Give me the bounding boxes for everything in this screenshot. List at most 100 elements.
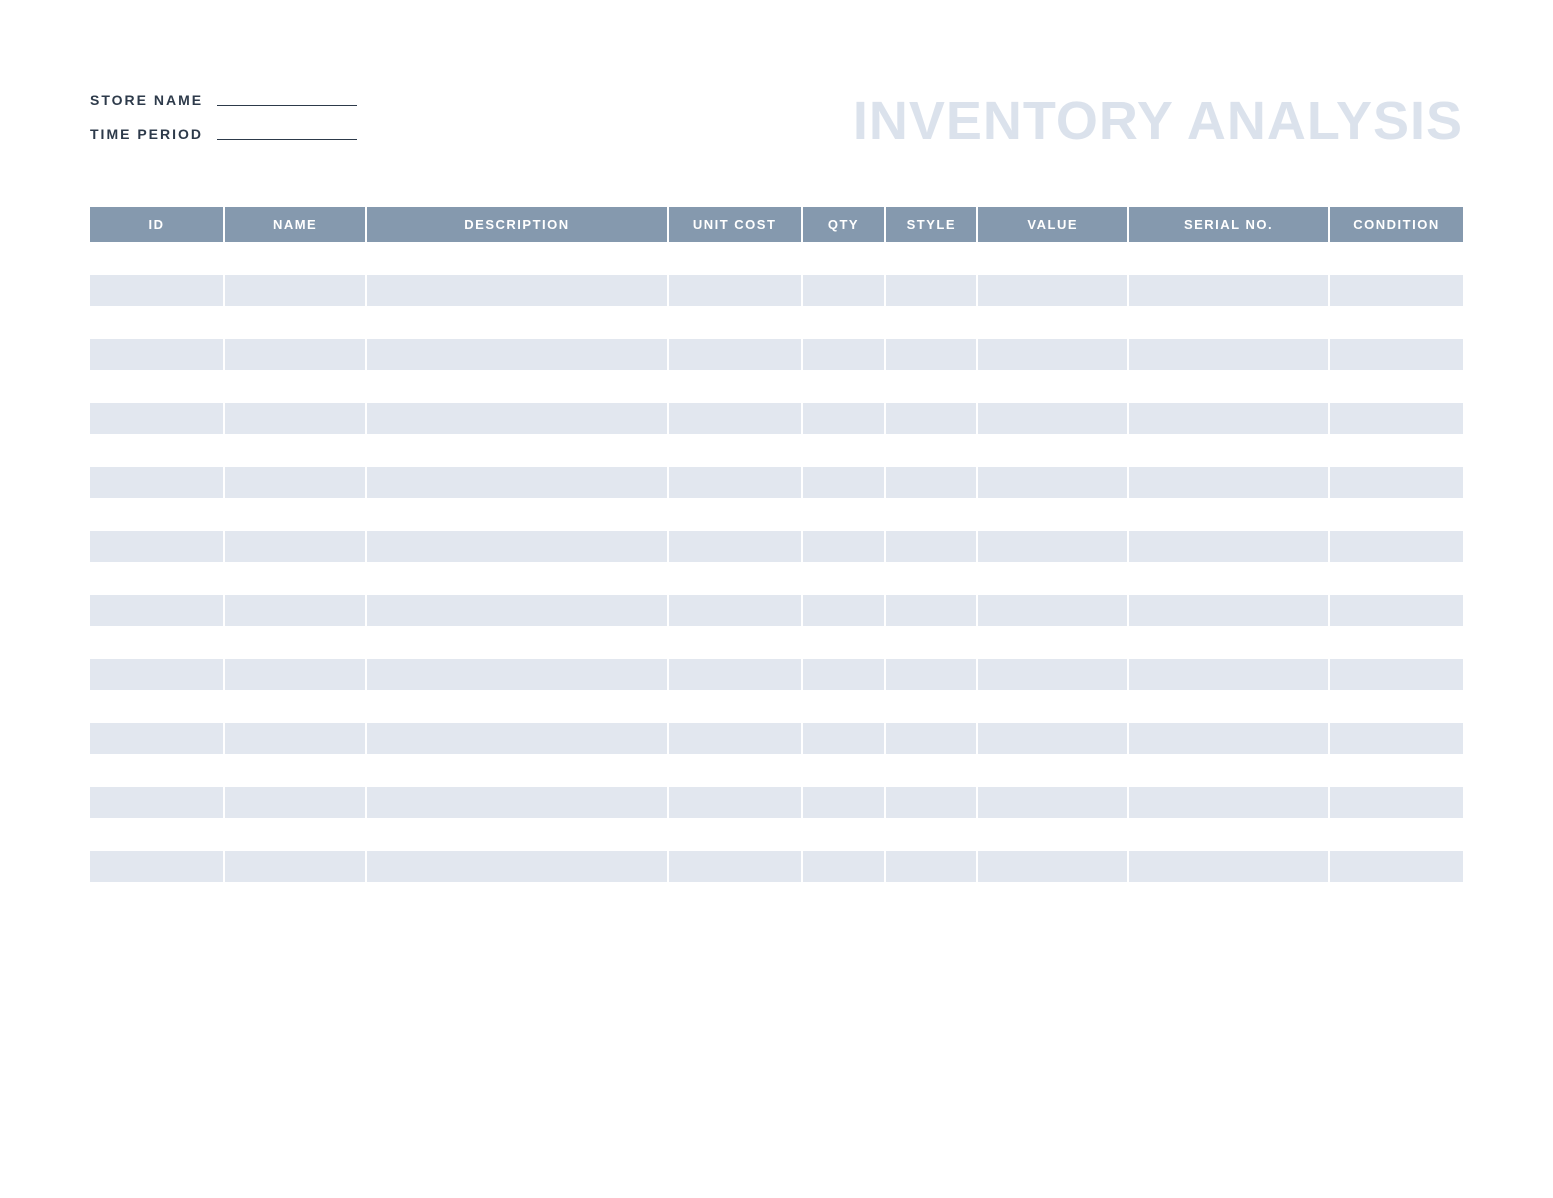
table-cell[interactable]: [1128, 466, 1329, 498]
table-cell[interactable]: [977, 658, 1128, 690]
table-cell[interactable]: [1128, 242, 1329, 274]
table-cell[interactable]: [1128, 594, 1329, 626]
table-cell[interactable]: [802, 626, 886, 658]
table-cell[interactable]: [366, 466, 667, 498]
table-cell[interactable]: [90, 562, 224, 594]
table-cell[interactable]: [977, 850, 1128, 882]
table-cell[interactable]: [1329, 434, 1463, 466]
table-cell[interactable]: [802, 338, 886, 370]
table-cell[interactable]: [366, 850, 667, 882]
table-cell[interactable]: [1128, 562, 1329, 594]
table-cell[interactable]: [802, 722, 886, 754]
table-cell[interactable]: [90, 434, 224, 466]
table-cell[interactable]: [977, 338, 1128, 370]
table-cell[interactable]: [224, 786, 366, 818]
table-cell[interactable]: [90, 818, 224, 850]
table-cell[interactable]: [668, 658, 802, 690]
table-cell[interactable]: [90, 370, 224, 402]
table-cell[interactable]: [1329, 306, 1463, 338]
table-cell[interactable]: [1329, 242, 1463, 274]
table-cell[interactable]: [668, 690, 802, 722]
table-cell[interactable]: [885, 434, 977, 466]
table-cell[interactable]: [668, 530, 802, 562]
table-cell[interactable]: [977, 786, 1128, 818]
table-cell[interactable]: [90, 786, 224, 818]
table-cell[interactable]: [802, 818, 886, 850]
table-cell[interactable]: [802, 402, 886, 434]
table-cell[interactable]: [224, 402, 366, 434]
table-cell[interactable]: [224, 658, 366, 690]
table-cell[interactable]: [668, 242, 802, 274]
table-cell[interactable]: [802, 242, 886, 274]
table-cell[interactable]: [90, 850, 224, 882]
table-cell[interactable]: [802, 530, 886, 562]
table-cell[interactable]: [668, 594, 802, 626]
table-cell[interactable]: [366, 786, 667, 818]
table-cell[interactable]: [224, 274, 366, 306]
table-cell[interactable]: [224, 818, 366, 850]
table-cell[interactable]: [802, 274, 886, 306]
table-cell[interactable]: [366, 722, 667, 754]
table-cell[interactable]: [1329, 786, 1463, 818]
table-cell[interactable]: [224, 434, 366, 466]
table-cell[interactable]: [802, 786, 886, 818]
table-cell[interactable]: [885, 754, 977, 786]
table-cell[interactable]: [802, 850, 886, 882]
table-cell[interactable]: [977, 722, 1128, 754]
table-cell[interactable]: [885, 306, 977, 338]
table-cell[interactable]: [977, 466, 1128, 498]
table-cell[interactable]: [802, 594, 886, 626]
table-cell[interactable]: [1128, 530, 1329, 562]
table-cell[interactable]: [366, 338, 667, 370]
table-cell[interactable]: [366, 434, 667, 466]
table-cell[interactable]: [885, 818, 977, 850]
table-cell[interactable]: [885, 242, 977, 274]
table-cell[interactable]: [1128, 370, 1329, 402]
table-cell[interactable]: [802, 466, 886, 498]
table-cell[interactable]: [1329, 626, 1463, 658]
table-cell[interactable]: [1329, 658, 1463, 690]
table-cell[interactable]: [224, 594, 366, 626]
table-cell[interactable]: [90, 402, 224, 434]
table-cell[interactable]: [802, 658, 886, 690]
table-cell[interactable]: [885, 562, 977, 594]
table-cell[interactable]: [1329, 818, 1463, 850]
table-cell[interactable]: [90, 338, 224, 370]
table-cell[interactable]: [366, 402, 667, 434]
table-cell[interactable]: [224, 690, 366, 722]
table-cell[interactable]: [885, 530, 977, 562]
table-cell[interactable]: [1128, 402, 1329, 434]
table-cell[interactable]: [366, 274, 667, 306]
table-cell[interactable]: [668, 818, 802, 850]
time-period-input-line[interactable]: [217, 139, 357, 140]
table-cell[interactable]: [224, 466, 366, 498]
table-cell[interactable]: [224, 370, 366, 402]
table-cell[interactable]: [90, 722, 224, 754]
table-cell[interactable]: [668, 562, 802, 594]
table-cell[interactable]: [668, 466, 802, 498]
table-cell[interactable]: [1329, 402, 1463, 434]
table-cell[interactable]: [977, 530, 1128, 562]
table-cell[interactable]: [1128, 338, 1329, 370]
table-cell[interactable]: [1329, 530, 1463, 562]
table-cell[interactable]: [802, 370, 886, 402]
table-cell[interactable]: [668, 626, 802, 658]
table-cell[interactable]: [224, 242, 366, 274]
table-cell[interactable]: [1128, 498, 1329, 530]
table-cell[interactable]: [366, 498, 667, 530]
store-name-input-line[interactable]: [217, 105, 357, 106]
table-cell[interactable]: [366, 594, 667, 626]
table-cell[interactable]: [224, 754, 366, 786]
table-cell[interactable]: [977, 274, 1128, 306]
table-cell[interactable]: [668, 306, 802, 338]
table-cell[interactable]: [885, 850, 977, 882]
table-cell[interactable]: [90, 594, 224, 626]
table-cell[interactable]: [90, 690, 224, 722]
table-cell[interactable]: [90, 274, 224, 306]
table-cell[interactable]: [668, 850, 802, 882]
table-cell[interactable]: [668, 786, 802, 818]
table-cell[interactable]: [885, 690, 977, 722]
table-cell[interactable]: [977, 434, 1128, 466]
table-cell[interactable]: [668, 370, 802, 402]
table-cell[interactable]: [366, 242, 667, 274]
